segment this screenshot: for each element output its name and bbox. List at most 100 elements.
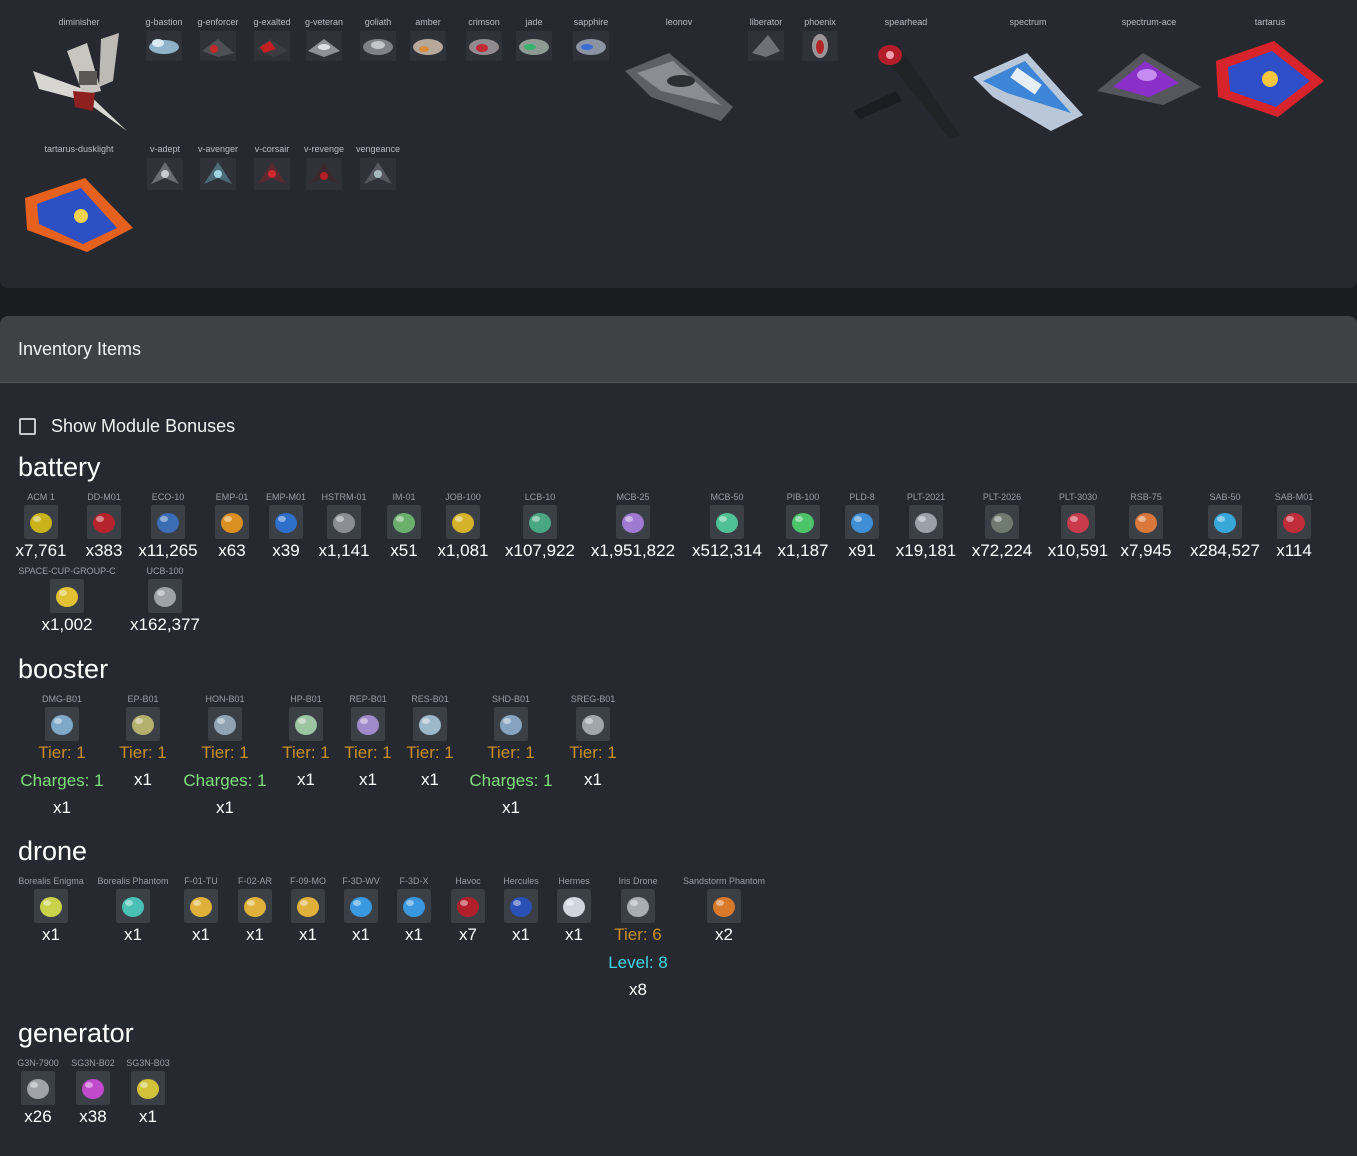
ship-g-enforcer-icon [200,31,236,61]
show-module-bonuses-label: Show Module Bonuses [51,416,236,436]
show-module-bonuses-toggle[interactable]: Show Module Bonuses [19,416,235,437]
ship-label: leonov [665,17,693,27]
battery-item-icon [148,579,182,613]
inventory-panel: Inventory Items Show Module Bonuses batt… [0,316,1357,1156]
ship-label: g-veteran [304,17,344,27]
item-quantity: x162,377 [130,615,200,634]
inventory-header: Inventory Items [0,316,1357,383]
battery-item[interactable]: UCB-100 x162,377 [105,566,225,635]
inventory-title: Inventory Items [18,338,142,359]
battery-item[interactable]: SAB-M01 x114 [1234,492,1354,561]
ship-v-adept[interactable]: v-adept [144,144,186,190]
ship-spearhead-icon [854,45,960,139]
item-quantity: x1 [139,1107,157,1126]
battery-item-icon [50,579,84,613]
item-quantity: x114 [1276,541,1312,560]
ship-goliath-icon [360,31,396,61]
ship-leonov-icon [625,53,733,121]
ship-label: spectrum-ace [1121,17,1177,27]
category-title-generator: generator [18,1018,134,1048]
ship-label: v-corsair [254,144,290,154]
ship-label: g-bastion [145,17,183,27]
ship-label: goliath [364,17,392,27]
ship-tartarus-dusklight-icon [25,178,133,252]
ship-g-exalted-icon [254,31,290,61]
ship-g-veteran-icon [306,31,342,61]
ship-v-revenge[interactable]: v-revenge [302,144,346,190]
ship-tartarus[interactable]: tartarus [1206,17,1334,121]
ship-g-veteran[interactable]: g-veteran [302,17,346,61]
battery-item-icon [616,505,650,539]
ship-diminisher-icon [33,33,127,131]
drone-item-icon [34,889,68,923]
booster-item-icon [413,707,447,741]
ship-label: vengeance [355,144,401,154]
ship-v-corsair[interactable]: v-corsair [250,144,294,190]
item-quantity: x8 [629,980,647,999]
battery-item-icon [446,505,480,539]
battery-item-icon [523,505,557,539]
ship-crimson-icon [466,31,502,61]
battery-item-icon [985,505,1019,539]
booster-item[interactable]: SREG-B01 Tier: 1 x1 [533,694,653,790]
item-name: SREG-B01 [570,694,616,704]
ship-amber[interactable]: amber [408,17,448,61]
ship-phoenix[interactable]: phoenix [796,17,844,61]
generator-item[interactable]: SG3N-B03 x1 [88,1058,208,1127]
ship-crimson[interactable]: crimson [462,17,506,61]
item-quantity: x1 [502,798,520,817]
ship-spearhead[interactable]: spearhead [842,17,970,141]
battery-item-icon [710,505,744,539]
item-quantity: x1 [53,798,71,817]
ship-label: v-avenger [197,144,239,154]
ship-g-exalted[interactable]: g-exalted [250,17,294,61]
item-name: UCB-100 [146,566,184,576]
ship-g-bastion-icon [146,31,182,61]
ship-label: tartarus-dusklight [44,144,114,154]
ship-label: crimson [468,17,500,27]
ship-tartarus-dusklight[interactable]: tartarus-dusklight [14,144,144,254]
booster-item-icon [126,707,160,741]
ship-label: g-enforcer [197,17,239,27]
ship-label: tartarus [1254,17,1286,27]
battery-item-icon [909,505,943,539]
item-tier: Tier: 1 [569,743,617,762]
show-module-bonuses-checkbox[interactable] [19,418,36,435]
ship-leonov[interactable]: leonov [614,17,744,123]
ship-label: spearhead [884,17,928,27]
drone-item-icon [707,889,741,923]
ship-liberator[interactable]: liberator [742,17,790,61]
ship-vengeance-icon [360,158,396,190]
ship-spectrum-ace[interactable]: spectrum-ace [1086,17,1212,111]
ship-diminisher[interactable]: diminisher [14,17,144,135]
ship-spectrum[interactable]: spectrum [964,17,1092,135]
ship-vengeance[interactable]: vengeance [352,144,404,190]
category-title-drone: drone [18,836,88,866]
ship-v-avenger[interactable]: v-avenger [196,144,240,190]
ship-label: phoenix [804,17,836,27]
drone-item[interactable]: Sandstorm Phantom x2 [664,876,784,945]
ship-label: diminisher [58,17,100,27]
ship-v-avenger-icon [200,158,236,190]
ship-v-revenge-icon [306,158,342,190]
ship-spectrum-icon [973,53,1083,131]
ship-g-enforcer[interactable]: g-enforcer [196,17,240,61]
ship-jade[interactable]: jade [514,17,554,61]
ship-sapphire[interactable]: sapphire [566,17,616,61]
ship-spectrum-ace-icon [1097,53,1201,105]
battery-item-icon [1277,505,1311,539]
booster-item-icon [576,707,610,741]
drone-item-icon [621,889,655,923]
ship-label: v-revenge [303,144,345,154]
booster-item-icon [208,707,242,741]
ship-sapphire-icon [573,31,609,61]
item-name: Sandstorm Phantom [682,876,766,886]
ship-label: spectrum [1009,17,1047,27]
category-title-battery: battery [18,452,101,482]
ship-goliath[interactable]: goliath [356,17,400,61]
item-level: Level: 8 [608,953,668,972]
item-name: SG3N-B03 [126,1058,170,1068]
ship-g-bastion[interactable]: g-bastion [144,17,184,61]
ship-label: g-exalted [253,17,291,27]
ship-label: sapphire [573,17,609,27]
